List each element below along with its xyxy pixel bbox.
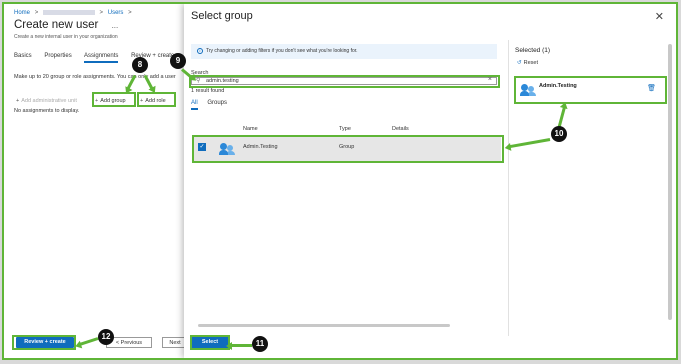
breadcrumb: Home > > Users >	[14, 10, 135, 16]
page-title-text: Create new user	[14, 19, 99, 31]
arrow-11-to-select	[230, 344, 252, 347]
column-type: Type	[339, 126, 351, 132]
breadcrumb-separator: >	[99, 10, 104, 17]
more-options[interactable]: ...	[112, 21, 119, 30]
add-role-button[interactable]: + Add role	[140, 95, 166, 107]
page-subtitle: Create a new internal user in your organ…	[14, 34, 118, 40]
result-count: 1 result found	[191, 88, 225, 94]
add-admin-unit-label: Add administrative unit	[21, 98, 77, 104]
info-icon: i	[197, 47, 203, 54]
trash-icon[interactable]: 🗑	[647, 84, 656, 92]
callout-11: 11	[252, 336, 268, 352]
select-button[interactable]: Select	[192, 337, 228, 348]
assignment-info: Make up to 20 group or role assignments.…	[14, 74, 176, 80]
dialog-title: Select group	[191, 10, 253, 22]
reset-icon: ↺	[517, 60, 522, 66]
breadcrumb-users[interactable]: Users	[108, 10, 124, 16]
plus-icon: +	[95, 98, 99, 104]
breadcrumb-home[interactable]: Home	[14, 10, 30, 16]
filter-tabs: All Groups	[191, 100, 235, 110]
selected-item-name: Admin.Testing	[539, 83, 577, 89]
create-user-page: Home > > Users > Create new user ... Cre…	[4, 4, 188, 358]
callout-12: 12	[98, 329, 114, 345]
tab-basics[interactable]: Basics	[14, 53, 32, 59]
wizard-tabs: Basics Properties Assignments Review + c…	[14, 53, 185, 63]
panel-divider	[508, 40, 509, 336]
add-admin-unit-button[interactable]: + Add administrative unit	[16, 95, 77, 107]
breadcrumb-separator: >	[128, 10, 132, 17]
add-role-label: Add role	[145, 98, 166, 104]
plus-icon: +	[140, 98, 144, 104]
selected-item: Admin.Testing 🗑	[517, 78, 666, 102]
callout-9: 9	[170, 53, 186, 69]
vertical-scrollbar[interactable]	[668, 44, 672, 320]
review-create-button[interactable]: Review + create	[16, 337, 74, 348]
info-banner: i Try changing or adding filters if you d…	[191, 44, 497, 59]
select-group-dialog: Select group ✕ i Try changing or adding f…	[184, 4, 676, 358]
plus-icon: +	[16, 98, 20, 104]
row-checkbox[interactable]: ✓	[198, 143, 206, 151]
tab-all[interactable]: All	[191, 100, 198, 110]
table-row[interactable]: ✓ Admin.Testing Group	[194, 137, 501, 161]
horizontal-scrollbar[interactable]	[198, 324, 450, 327]
breadcrumb-tenant-redacted	[42, 10, 95, 15]
selected-header: Selected (1)	[515, 47, 551, 54]
row-type: Group	[339, 144, 355, 150]
search-input[interactable]: ⚲ admin.testing ×	[191, 76, 497, 85]
no-assignments-text: No assignments to display.	[14, 108, 80, 114]
group-icon	[520, 84, 537, 96]
row-name: Admin.Testing	[243, 144, 278, 150]
info-banner-text: Try changing or adding filters if you do…	[206, 48, 358, 54]
tab-assignments[interactable]: Assignments	[84, 53, 119, 63]
column-name: Name	[243, 126, 258, 132]
tab-properties[interactable]: Properties	[44, 53, 71, 59]
group-icon	[219, 143, 236, 155]
page-title: Create new user ...	[14, 19, 118, 31]
clear-search-icon[interactable]: ×	[488, 76, 492, 83]
callout-8: 8	[132, 57, 148, 73]
callout-10: 10	[551, 126, 567, 142]
screenshot-frame: Home > > Users > Create new user ... Cre…	[2, 2, 678, 360]
reset-button[interactable]: ↺ Reset	[517, 60, 538, 66]
breadcrumb-separator: >	[34, 10, 39, 17]
column-details: Details	[392, 126, 409, 132]
tab-groups[interactable]: Groups	[207, 100, 227, 106]
add-group-button[interactable]: + Add group	[95, 95, 126, 107]
reset-label: Reset	[523, 60, 538, 66]
close-icon[interactable]: ✕	[655, 10, 664, 23]
add-group-label: Add group	[100, 98, 126, 104]
search-value: admin.testing	[206, 78, 239, 84]
